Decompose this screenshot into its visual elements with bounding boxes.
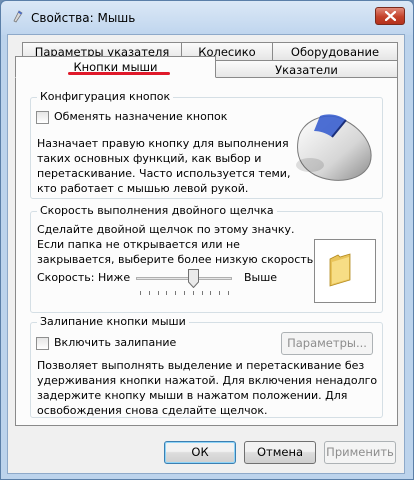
button-config-description: Назначает правую кнопку для выполнения т… (37, 136, 290, 196)
description-line: закрывается, выберите более низкую скоро… (37, 253, 317, 266)
ok-button[interactable]: ОК (164, 441, 236, 464)
close-icon (385, 11, 396, 21)
mouse-image (296, 114, 372, 181)
red-underline-annotation (68, 72, 170, 75)
click-lock-settings-button[interactable]: Параметры... (281, 332, 373, 355)
slider-tick (192, 291, 194, 295)
tab-label: Указатели (275, 63, 338, 77)
mouse-app-icon (13, 10, 23, 23)
speed-slider-track[interactable] (136, 277, 232, 280)
description-line: Назначает правую кнопку для выполнения (37, 137, 289, 150)
description-line: Если папка не открывается или не (37, 238, 240, 251)
close-button[interactable] (375, 7, 405, 25)
group-title: Скорость выполнения двойного щелчка (37, 204, 277, 217)
description-line: удерживания кнопки нажатой. Для включени… (37, 374, 378, 387)
speed-fast-label: Выше (244, 271, 278, 284)
slider-tick (201, 291, 203, 295)
double-click-description: Сделайте двойной щелчок по этому значку.… (37, 222, 317, 267)
slider-tick (228, 291, 229, 295)
slider-tick (175, 291, 177, 295)
speed-slow-label: Ниже (98, 271, 131, 284)
description-line: освобождения снова сделайте щелчок. (37, 404, 268, 417)
speed-slider-thumb[interactable] (187, 269, 199, 288)
tab-hardware[interactable]: Оборудование (272, 42, 398, 61)
description-line: Позволяет выполнять выделение и перетаск… (37, 359, 365, 372)
description-line: задержите кнопку мыши в нажатом положени… (37, 389, 348, 402)
slider-tick (184, 291, 185, 295)
slider-tick (210, 291, 212, 295)
slider-tick (157, 291, 159, 295)
slider-tick (148, 291, 150, 295)
description-line: перетаскивание. Часто используется теми, (37, 167, 291, 180)
speed-label: Скорость: (37, 271, 95, 284)
click-lock-checkbox[interactable] (36, 337, 49, 350)
test-folder-area[interactable] (314, 239, 376, 303)
swap-buttons-checkbox[interactable] (36, 111, 49, 124)
title-bar[interactable]: Свойства: Мышь (1, 1, 413, 35)
description-line: таких основных функций, как выбор и (37, 152, 262, 165)
slider-tick (219, 291, 221, 295)
slider-tick (166, 291, 168, 295)
slider-tick (140, 291, 141, 295)
group-title: Залипание кнопки мыши (37, 315, 189, 328)
apply-button[interactable]: Применить (324, 441, 396, 464)
group-title: Конфигурация кнопок (37, 90, 174, 103)
folder-icon (329, 253, 351, 287)
swap-buttons-label: Обменять назначение кнопок (54, 110, 228, 123)
click-lock-label: Включить залипание (54, 336, 177, 349)
description-line: кто работает с мышью левой рукой. (37, 182, 249, 195)
click-lock-description: Позволяет выполнять выделение и перетаск… (37, 358, 377, 418)
description-line: Сделайте двойной щелчок по этому значку. (37, 223, 295, 236)
cancel-button[interactable]: Отмена (244, 441, 316, 464)
window-title: Свойства: Мышь (31, 11, 136, 25)
tab-label: Оборудование (290, 45, 380, 59)
